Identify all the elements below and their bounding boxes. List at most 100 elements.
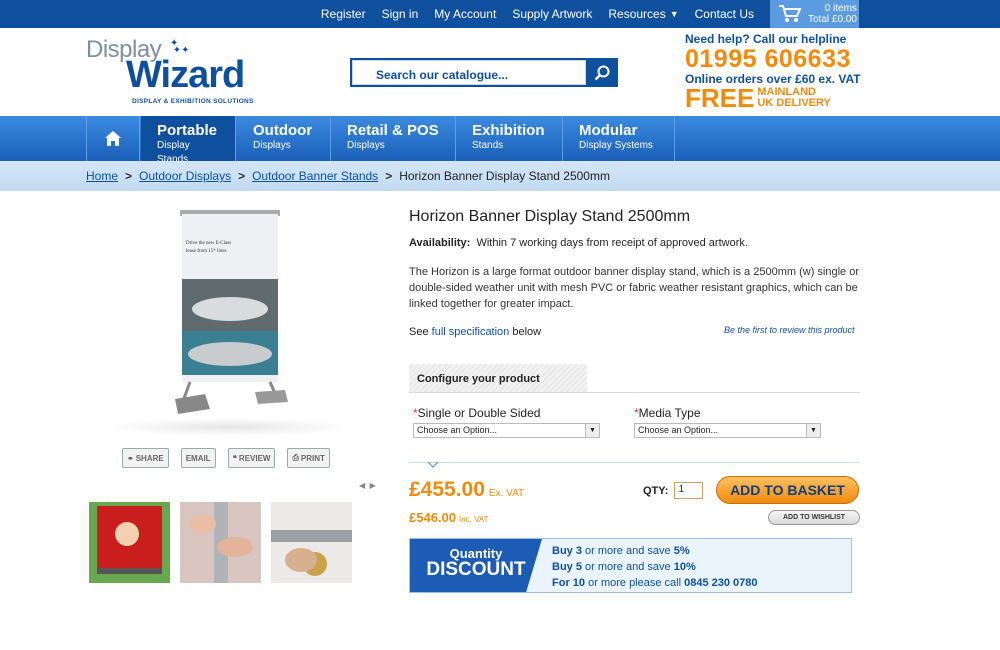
logo-stars-icon: ✦ ✦✦ (170, 38, 190, 56)
next-arrow-icon[interactable]: ▶ (370, 481, 376, 490)
nav-modular-sub: Display Systems (579, 140, 653, 151)
review-button[interactable]: ❝ REVIEW (227, 448, 276, 468)
qty-label: QTY: (643, 484, 669, 497)
cart-item-count: 0 items (824, 3, 857, 14)
chevron-down-icon: ▼ (585, 424, 599, 437)
nav-retail-pos[interactable]: Retail & POS Displays (331, 116, 456, 161)
add-to-wishlist-button[interactable]: ADD TO WISHLIST (768, 510, 860, 525)
thumbnail-2[interactable] (180, 502, 261, 583)
option-media-select[interactable]: Choose an Option... ▼ (634, 423, 821, 438)
availability-value: Within 7 working days from receipt of ap… (476, 237, 748, 249)
email-button[interactable]: EMAIL (180, 448, 216, 468)
product-title: Horizon Banner Display Stand 2500mm (409, 208, 691, 225)
banner-text-line-1: Drive the new E-Class (186, 241, 231, 246)
review-link[interactable]: Be the first to review this product (724, 325, 855, 335)
discount-line: Buy 5 or more and save 10% (552, 561, 696, 573)
cart-total: Total £0.00 (808, 14, 857, 25)
helpline-phone: 01995 606633 (685, 45, 851, 73)
contact-us-link[interactable]: Contact Us (687, 7, 762, 21)
share-button[interactable]: ⚭ SHARE (122, 448, 169, 468)
breadcrumb-current: Horizon Banner Display Stand 2500mm (399, 169, 610, 183)
availability-label: Availability: (409, 237, 471, 249)
resources-label: Resources (608, 7, 666, 21)
chevron-down-icon: ▼ (806, 424, 820, 437)
breadcrumb: Home > Outdoor Displays > Outdoor Banner… (86, 169, 610, 183)
top-bar: Register Sign in My Account Supply Artwo… (0, 0, 1000, 28)
thumbnail-1[interactable] (89, 502, 170, 583)
share-tools: ⚭ SHARE EMAIL ❝ REVIEW ⎙ PRINT (122, 448, 330, 468)
print-button[interactable]: ⎙ PRINT (287, 448, 330, 468)
configure-heading: Configure your product (409, 364, 587, 392)
add-to-basket-button[interactable]: ADD TO BASKET (716, 476, 859, 504)
supply-artwork-link[interactable]: Supply Artwork (504, 7, 600, 21)
search-icon (594, 65, 610, 80)
option-sides-select[interactable]: Choose an Option... ▼ (413, 423, 600, 438)
nav-outdoor-sub: Displays (253, 140, 291, 151)
discount-line: For 10 or more please call 0845 230 0780 (552, 577, 758, 589)
discount-lines: Buy 3 or more and save 5% Buy 5 or more … (542, 539, 758, 592)
logo-line-2: Wizard (126, 54, 245, 96)
prev-arrow-icon[interactable]: ◀ (359, 481, 365, 490)
sign-in-link[interactable]: Sign in (374, 7, 427, 21)
nav-outdoor[interactable]: Outdoor Displays (237, 116, 331, 161)
nav-exhibition[interactable]: Exhibition Stands (456, 116, 563, 161)
banner-text-line-2: lease from 15* lines (186, 249, 226, 254)
price-inc-vat-value: £546.00 (409, 510, 456, 525)
configure-divider (409, 392, 860, 393)
search-button[interactable] (586, 58, 618, 87)
resources-menu[interactable]: Resources ▼ (600, 7, 686, 21)
nav-retail-sub: Displays (347, 140, 385, 151)
search-input[interactable]: Search our catalogue... (350, 58, 586, 87)
price-inc-vat: £546.00 Inc. VAT (409, 510, 489, 525)
cart-icon (779, 5, 802, 22)
quantity-group: QTY: 1 (643, 482, 704, 499)
option-media-label: *Media Type (634, 406, 701, 420)
breadcrumb-separator: > (125, 169, 133, 183)
share-icon: ⚭ (127, 453, 134, 463)
my-account-link[interactable]: My Account (426, 7, 504, 21)
breadcrumb-bar: Home > Outdoor Displays > Outdoor Banner… (0, 161, 1000, 191)
cart-summary[interactable]: 0 items Total £0.00 (770, 0, 859, 28)
nav-retail-title: Retail & POS (347, 122, 439, 139)
price-ex-vat-value: £455.00 (409, 478, 485, 501)
price-inc-vat-label: Inc. VAT (459, 515, 489, 524)
spec-note: See full specification below (409, 326, 542, 338)
thumbnail-gallery (89, 502, 352, 583)
nav-modular-title: Modular (579, 122, 638, 139)
nav-exhibition-title: Exhibition (472, 122, 545, 139)
badge-bottom-text: DISCOUNT (426, 559, 526, 580)
product-image[interactable]: Drive the new E-Class lease from 15* lin… (160, 204, 300, 424)
thumbnail-3[interactable] (271, 502, 352, 583)
display-wizard-logo[interactable]: Display ✦ ✦✦ Wizard DISPLAY & EXHIBITION… (86, 36, 276, 106)
nav-modular[interactable]: Modular Display Systems (563, 116, 675, 161)
thumbnail-nav: ◀ ▶ (359, 481, 376, 490)
full-specification-link[interactable]: full specification (432, 326, 510, 338)
breadcrumb-separator: > (385, 169, 393, 183)
product-description: The Horizon is a large format outdoor ba… (409, 266, 859, 310)
header: Display ✦ ✦✦ Wizard DISPLAY & EXHIBITION… (0, 28, 1000, 116)
breadcrumb-outdoor-displays[interactable]: Outdoor Displays (139, 169, 231, 183)
email-label: EMAIL (185, 453, 211, 463)
chevron-down-icon: ▼ (669, 9, 679, 19)
printer-icon: ⎙ (292, 453, 299, 462)
quantity-input[interactable]: 1 (674, 482, 704, 499)
option-sides: *Single or Double Sided Choose an Option… (413, 406, 600, 438)
discount-line: Buy 3 or more and save 5% (552, 545, 690, 557)
home-icon (105, 131, 121, 146)
search-form: Search our catalogue... (350, 58, 618, 87)
logo-tagline: DISPLAY & EXHIBITION SOLUTIONS (132, 98, 254, 105)
breadcrumb-separator: > (238, 169, 246, 183)
nav-home[interactable] (86, 116, 140, 161)
availability: Availability: Within 7 working days from… (409, 237, 748, 249)
quote-icon: ❝ (232, 453, 237, 463)
register-link[interactable]: Register (313, 7, 374, 21)
free-delivery-banner: FREE MAINLAND UK DELIVERY (685, 85, 885, 111)
quantity-discount-panel: Quantity DISCOUNT Buy 3 or more and save… (409, 538, 852, 593)
option-sides-label: *Single or Double Sided (413, 406, 541, 420)
breadcrumb-outdoor-banner-stands[interactable]: Outdoor Banner Stands (252, 169, 378, 183)
price-divider (409, 462, 860, 463)
price-ex-vat-label: Ex. VAT (488, 488, 525, 499)
helpline-panel: Need help? Call our helpline 01995 60663… (685, 32, 885, 111)
nav-portable[interactable]: Portable Display Stands (141, 116, 236, 165)
breadcrumb-home[interactable]: Home (86, 169, 118, 183)
